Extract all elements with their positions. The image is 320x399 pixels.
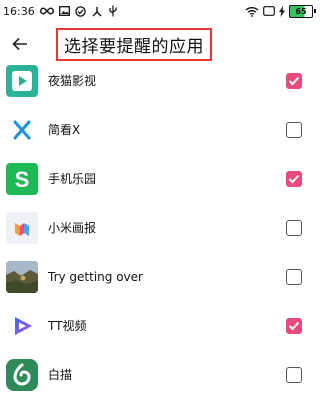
status-time: 16:36 <box>3 4 35 18</box>
xiaomi-wallpaper-icon <box>6 211 38 244</box>
wifi-icon <box>245 6 259 17</box>
checkmark-icon <box>288 174 300 183</box>
list-item[interactable]: S 手机乐园 <box>0 154 317 203</box>
app-checkbox[interactable] <box>286 366 302 383</box>
app-label: 手机乐园 <box>48 172 97 186</box>
app-label: TT视频 <box>48 319 87 333</box>
app-checkbox[interactable] <box>286 219 302 236</box>
tt-play-icon <box>6 309 38 342</box>
status-bar: 16:36 65 <box>0 0 317 22</box>
checkmark-icon <box>288 76 300 85</box>
app-checkbox[interactable] <box>286 170 302 187</box>
app-checkbox[interactable] <box>286 121 302 138</box>
check-circle-icon <box>74 5 86 17</box>
x-logo-icon <box>6 113 38 146</box>
svg-text:S: S <box>15 167 30 192</box>
app-label: Try getting over <box>48 269 143 284</box>
list-item[interactable]: 白描 <box>0 350 317 399</box>
app-checkbox[interactable] <box>286 268 302 285</box>
s-logo-icon: S <box>6 162 38 195</box>
app-checkbox[interactable] <box>286 317 302 334</box>
app-checkbox[interactable] <box>286 72 302 89</box>
app-label: 夜猫影视 <box>48 74 97 88</box>
image-icon <box>58 6 70 16</box>
usb-icon <box>108 5 118 17</box>
baimiao-logo-icon <box>6 358 38 391</box>
game-scene-icon <box>6 260 38 293</box>
checkmark-icon <box>288 321 300 330</box>
list-item[interactable]: 简看X <box>0 105 317 154</box>
list-item[interactable]: 小米画报 <box>0 203 317 252</box>
app-label: 白描 <box>48 368 73 382</box>
app-list: 夜猫影视 简看X S 手机乐园 小米画报 Try getting over TT… <box>0 56 317 399</box>
share-icon <box>91 6 103 17</box>
battery-level: 65 <box>295 6 307 16</box>
list-item[interactable]: 夜猫影视 <box>0 56 317 105</box>
list-item[interactable]: TT视频 <box>0 301 317 350</box>
app-label: 小米画报 <box>48 221 97 235</box>
back-arrow-icon <box>12 37 27 51</box>
battery-icon: 65 <box>289 4 316 18</box>
charging-icon <box>279 5 285 17</box>
infinity-icon <box>39 7 54 15</box>
app-label: 简看X <box>48 123 81 137</box>
sim-card-icon <box>263 6 275 16</box>
list-item[interactable]: Try getting over <box>0 252 317 301</box>
play-video-icon <box>6 64 38 97</box>
